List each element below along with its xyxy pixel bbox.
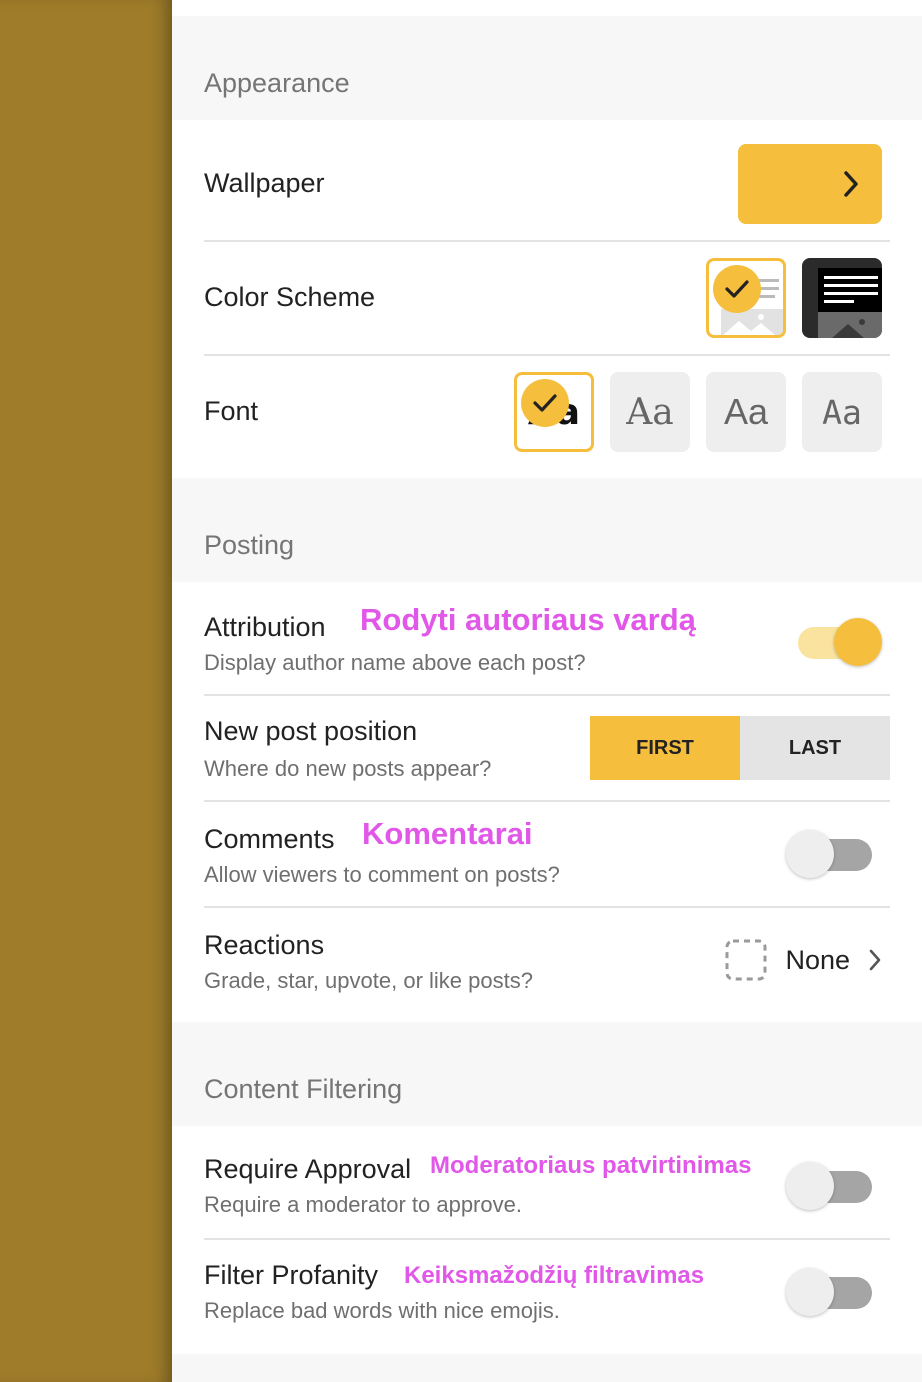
comments-toggle[interactable] — [786, 829, 876, 879]
font-option-label: Aa — [822, 392, 862, 432]
selected-check-icon — [713, 265, 761, 313]
new-post-position-row: New post position Where do new posts app… — [172, 696, 922, 800]
reactions-value: None — [785, 944, 850, 975]
comments-subtitle: Allow viewers to comment on posts? — [204, 862, 560, 887]
wallpaper-preview-strip — [0, 0, 172, 1382]
new-post-position-subtitle: Where do new posts appear? — [204, 756, 492, 781]
divider — [204, 1238, 890, 1240]
position-last-button[interactable]: LAST — [740, 716, 890, 780]
font-option-2[interactable]: Aa — [610, 372, 690, 452]
content-filtering-card: Require Approval Moderatoriaus patvirtin… — [172, 1126, 922, 1354]
chevron-right-icon — [869, 949, 881, 971]
dark-scheme-preview-icon — [818, 268, 882, 338]
require-approval-annotation: Moderatoriaus patvirtinimas — [430, 1152, 752, 1179]
filter-profanity-annotation: Keiksmažodžių filtravimas — [404, 1262, 705, 1289]
comments-title: Comments — [204, 824, 335, 854]
attribution-title: Attribution — [204, 612, 326, 642]
content-filtering-header: Content Filtering — [204, 1074, 403, 1104]
font-option-4[interactable]: Aa — [802, 372, 882, 452]
reactions-title: Reactions — [204, 930, 325, 960]
color-scheme-row — [172, 234, 922, 348]
reactions-selector[interactable]: None — [725, 932, 882, 988]
new-post-position-segmented-control: FIRST LAST — [590, 716, 890, 780]
attribution-subtitle: Display author name above each post? — [204, 650, 586, 675]
reaction-placeholder-icon — [725, 939, 767, 981]
divider — [204, 906, 890, 908]
filter-profanity-title: Filter Profanity — [204, 1260, 379, 1290]
chevron-right-icon — [844, 171, 858, 197]
require-approval-title: Require Approval — [204, 1154, 412, 1184]
filter-profanity-subtitle: Replace bad words with nice emojis. — [204, 1298, 560, 1323]
new-post-position-title: New post position — [204, 716, 418, 746]
filter-profanity-toggle[interactable] — [786, 1267, 876, 1317]
appearance-header: Appearance — [204, 68, 350, 98]
comments-annotation: Komentarai — [362, 816, 533, 851]
wallpaper-label: Wallpaper — [204, 168, 325, 198]
divider — [204, 800, 890, 802]
font-option-label: Aa — [626, 391, 674, 433]
color-scheme-dark-option[interactable] — [802, 258, 882, 338]
wallpaper-button[interactable] — [738, 144, 882, 224]
reactions-subtitle: Grade, star, upvote, or like posts? — [204, 968, 533, 993]
require-approval-subtitle: Require a moderator to approve. — [204, 1192, 522, 1217]
appearance-card: Wallpaper Color Scheme Font Aa Aa Aa — [172, 120, 922, 478]
font-options-row: Aa Aa Aa Aa — [172, 348, 922, 468]
color-scheme-light-option[interactable] — [706, 258, 786, 338]
attribution-toggle[interactable] — [792, 617, 882, 667]
posting-card: Attribution Rodyti autoriaus vardą Displ… — [172, 582, 922, 1022]
font-option-1[interactable]: Aa — [514, 372, 594, 452]
attribution-annotation: Rodyti autoriaus vardą — [360, 602, 696, 637]
position-first-button[interactable]: FIRST — [590, 716, 740, 780]
require-approval-toggle[interactable] — [786, 1161, 876, 1211]
top-card-edge — [172, 0, 922, 16]
posting-header: Posting — [204, 530, 295, 560]
selected-check-icon — [521, 379, 569, 427]
settings-panel: Appearance Wallpaper Color Scheme Font A… — [172, 0, 922, 1382]
font-option-3[interactable]: Aa — [706, 372, 786, 452]
font-option-label: Aa — [723, 391, 769, 432]
